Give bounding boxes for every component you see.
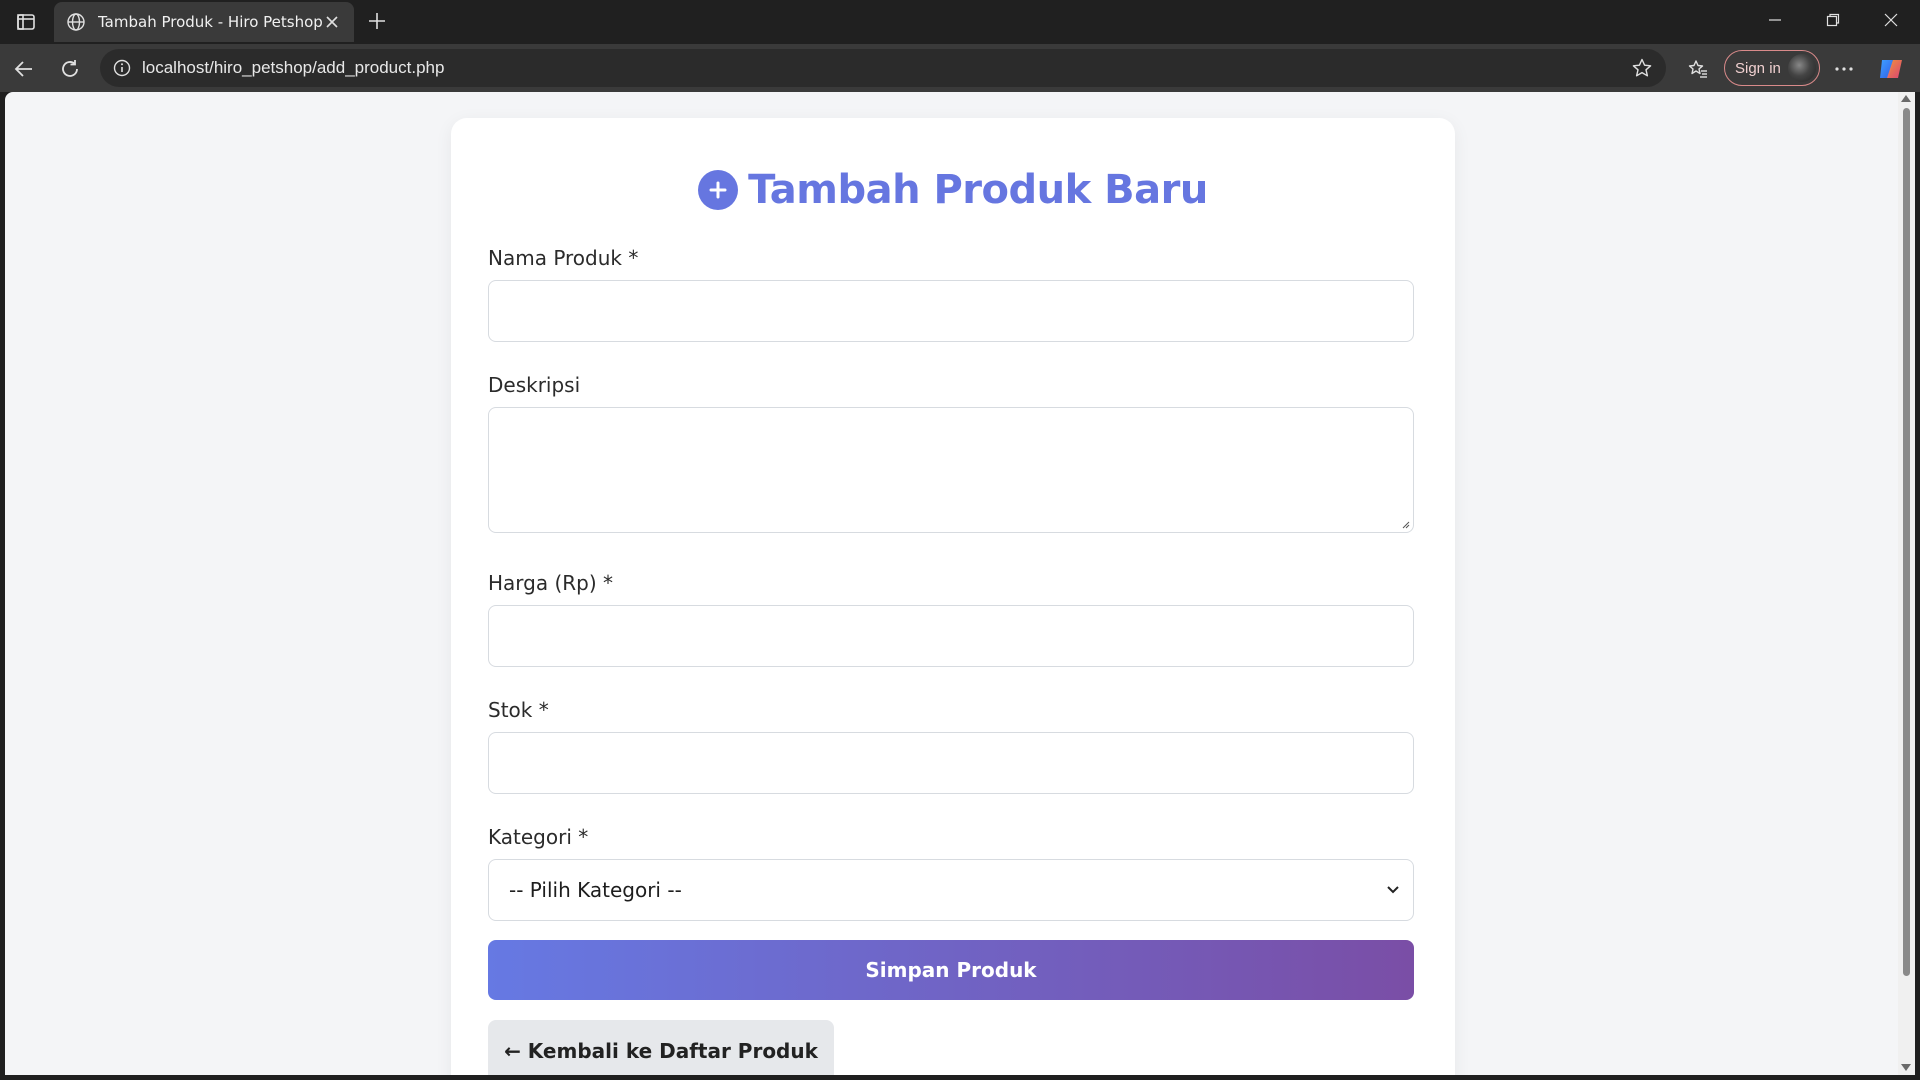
- category-selected-value: -- Pilih Kategori --: [509, 878, 682, 902]
- vertical-scrollbar[interactable]: [1898, 92, 1915, 1075]
- page-title-text: Tambah Produk Baru: [748, 167, 1208, 213]
- price-label: Harga (Rp) *: [488, 571, 614, 595]
- form-card: Tambah Produk Baru Nama Produk * Deskrip…: [451, 118, 1455, 1075]
- plus-circle-icon: [698, 170, 739, 210]
- category-select[interactable]: -- Pilih Kategori --: [488, 859, 1414, 921]
- back-arrow-icon[interactable]: [8, 53, 40, 85]
- browser-tab[interactable]: Tambah Produk - Hiro Petshop: [54, 2, 354, 42]
- resize-grip-icon[interactable]: [1400, 519, 1410, 529]
- tab-title: Tambah Produk - Hiro Petshop: [98, 13, 322, 31]
- globe-icon: [66, 11, 88, 33]
- copilot-icon[interactable]: [1876, 54, 1906, 84]
- category-label: Kategori *: [488, 825, 589, 849]
- save-product-button[interactable]: Simpan Produk: [488, 940, 1414, 1000]
- scrollbar-thumb[interactable]: [1903, 108, 1910, 976]
- save-product-label: Simpan Produk: [865, 958, 1037, 982]
- sign-in-label: Sign in: [1735, 59, 1781, 77]
- new-tab-icon[interactable]: [362, 6, 392, 36]
- sign-in-button[interactable]: Sign in: [1724, 50, 1820, 86]
- tab-bar: Tambah Produk - Hiro Petshop: [0, 0, 1920, 44]
- back-to-list-label: ← Kembali ke Daftar Produk: [504, 1039, 818, 1063]
- more-options-icon[interactable]: [1828, 53, 1860, 85]
- stock-label: Stok *: [488, 698, 549, 722]
- scroll-up-icon[interactable]: [1901, 95, 1911, 102]
- page-viewport: Tambah Produk Baru Nama Produk * Deskrip…: [5, 92, 1898, 1075]
- product-name-input[interactable]: [488, 280, 1414, 342]
- back-to-list-button[interactable]: ← Kembali ke Daftar Produk: [488, 1020, 834, 1075]
- close-window-icon[interactable]: [1862, 0, 1920, 40]
- minimize-icon[interactable]: [1746, 0, 1804, 40]
- url-text: localhost/hiro_petshop/add_product.php: [142, 58, 445, 77]
- site-info-icon[interactable]: [112, 58, 132, 78]
- restore-icon[interactable]: [1804, 0, 1862, 40]
- name-label: Nama Produk *: [488, 246, 639, 270]
- sidebar-toggle-icon[interactable]: [12, 8, 40, 36]
- description-label: Deskripsi: [488, 373, 581, 397]
- page-title: Tambah Produk Baru: [451, 160, 1455, 220]
- reload-icon[interactable]: [54, 53, 86, 85]
- scroll-down-icon[interactable]: [1901, 1064, 1911, 1071]
- stock-input[interactable]: [488, 732, 1414, 794]
- address-bar[interactable]: localhost/hiro_petshop/add_product.php: [100, 49, 1666, 87]
- toolbar: localhost/hiro_petshop/add_product.php S…: [0, 44, 1920, 92]
- favorites-icon[interactable]: [1682, 53, 1714, 85]
- close-tab-icon[interactable]: [322, 12, 342, 32]
- price-input[interactable]: [488, 605, 1414, 667]
- avatar: [1788, 54, 1816, 82]
- favorite-star-icon[interactable]: [1628, 54, 1656, 82]
- chevron-down-icon: [1383, 880, 1403, 900]
- description-textarea[interactable]: [488, 407, 1414, 533]
